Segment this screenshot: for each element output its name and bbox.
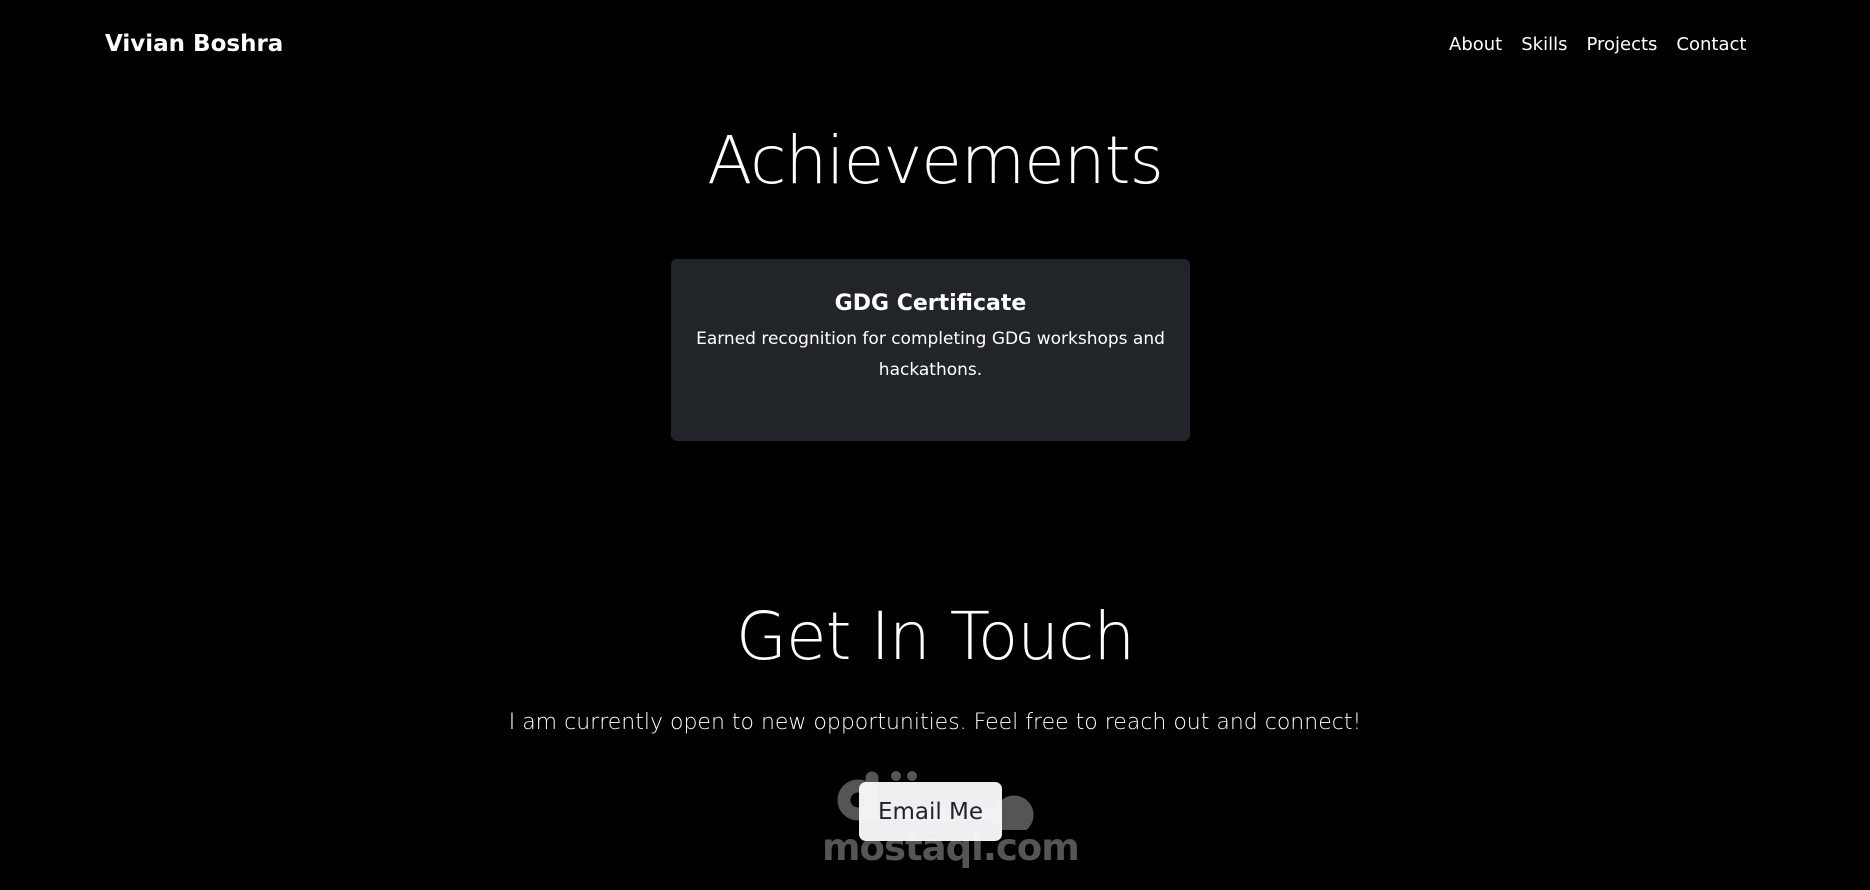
main-nav: About Skills Projects Contact (1449, 34, 1746, 55)
email-me-button[interactable]: Email Me (859, 782, 1002, 841)
achievement-card: GDG Certificate Earned recognition for c… (671, 259, 1190, 441)
achievements-heading: Achievements (707, 122, 1164, 199)
brand-logo[interactable]: Vivian Boshra (105, 31, 283, 57)
nav-about[interactable]: About (1449, 34, 1502, 55)
nav-skills[interactable]: Skills (1521, 34, 1567, 55)
nav-contact[interactable]: Contact (1676, 34, 1746, 55)
card-text: Earned recognition for completing GDG wo… (696, 329, 1165, 380)
contact-text: I am currently open to new opportunities… (508, 710, 1362, 735)
contact-heading: Get In Touch (735, 598, 1135, 675)
nav-projects[interactable]: Projects (1586, 34, 1657, 55)
card-title: GDG Certificate (834, 291, 1027, 316)
